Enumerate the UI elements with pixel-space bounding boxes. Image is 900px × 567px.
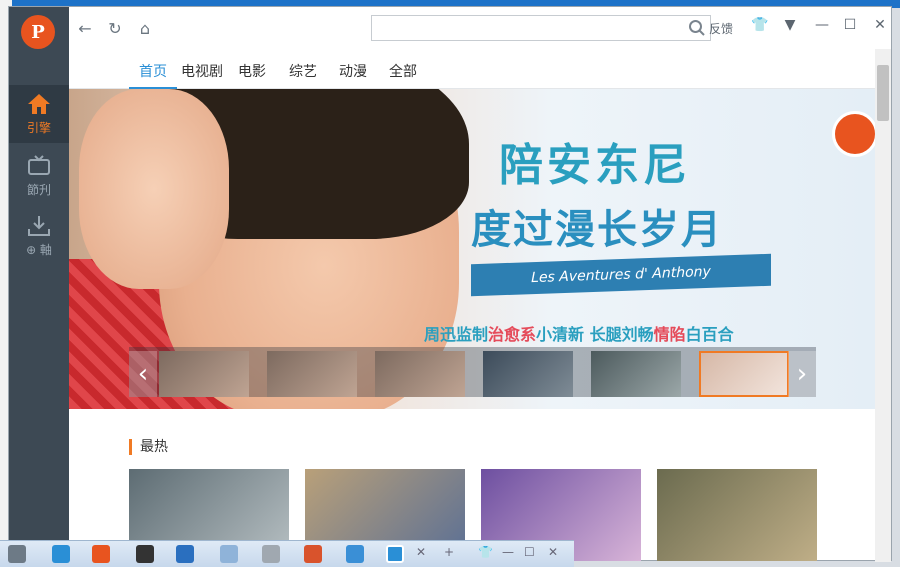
sidebar-item-home[interactable]: 引擎	[9, 85, 69, 143]
sidebar-item-label: 引擎	[26, 120, 51, 135]
feedback-link[interactable]: 反馈	[709, 20, 733, 37]
taskbar: ✕ + 👕 — ☐ ✕	[0, 540, 574, 567]
banner-next-icon[interactable]: ›	[788, 351, 816, 397]
sidebar: P 引擎 節刋 ⊕ 軸	[9, 7, 69, 560]
desktop: P 引擎 節刋 ⊕ 軸 ← ↻ ⌂ 反馈 👕 ▼ — ☐ ✕ 首页 电视剧 电影…	[0, 0, 900, 567]
home-button-icon[interactable]: ⌂	[135, 18, 155, 38]
taskbar-app-icon-active[interactable]	[386, 545, 404, 563]
home-icon	[28, 93, 50, 114]
scrollbar-thumb[interactable]	[877, 65, 889, 121]
search-icon[interactable]	[688, 19, 706, 37]
back-icon[interactable]: ←	[75, 18, 95, 38]
pptv-window: P 引擎 節刋 ⊕ 軸 ← ↻ ⌂ 反馈 👕 ▼ — ☐ ✕ 首页 电视剧 电影…	[8, 6, 892, 562]
sidebar-item-downloads[interactable]: ⊕ 軸	[9, 207, 69, 265]
taskbar-close-window-icon[interactable]: ✕	[548, 545, 558, 559]
taskbar-add-icon[interactable]: +	[444, 545, 454, 559]
taskbar-app-icon[interactable]	[136, 545, 154, 563]
taskbar-app-icon[interactable]	[346, 545, 364, 563]
banner-prev-icon[interactable]: ‹	[129, 351, 157, 397]
hero-banner[interactable]: 陪安东尼 度过漫长岁月 Les Aventures d' Anthony 周迅监…	[69, 89, 876, 409]
sidebar-item-label: ⊕ 軸	[26, 242, 52, 257]
banner-title-line2: 度过漫长岁月	[471, 207, 723, 253]
taskbar-app-icon[interactable]	[220, 545, 238, 563]
refresh-icon[interactable]: ↻	[105, 18, 125, 38]
tab-tv[interactable]: 电视剧	[181, 61, 223, 81]
taskbar-maximize-icon[interactable]: ☐	[524, 545, 535, 559]
taskbar-app-icon[interactable]	[262, 545, 280, 563]
tab-anime[interactable]: 动漫	[339, 61, 367, 81]
video-card[interactable]	[657, 469, 817, 561]
banner-image-hand	[79, 89, 229, 289]
banner-thumbnail-selected[interactable]	[699, 351, 789, 397]
search-input[interactable]	[371, 15, 711, 41]
tab-movies[interactable]: 电影	[238, 61, 266, 81]
banner-thumbnail[interactable]	[267, 351, 357, 397]
titlebar: ← ↻ ⌂ 反馈 👕 ▼ — ☐ ✕	[69, 7, 891, 49]
skin-icon[interactable]: 👕	[751, 17, 769, 33]
taskbar-minimize-icon[interactable]: —	[502, 545, 514, 559]
tab-variety[interactable]: 综艺	[289, 61, 317, 81]
maximize-icon[interactable]: ☐	[841, 17, 859, 33]
taskbar-close-icon[interactable]: ✕	[416, 545, 426, 559]
taskbar-app-icon[interactable]	[304, 545, 322, 563]
taskbar-skin-icon[interactable]: 👕	[478, 545, 493, 559]
banner-thumbnail[interactable]	[483, 351, 573, 397]
taskbar-app-icon[interactable]	[52, 545, 70, 563]
banner-thumbnail[interactable]	[375, 351, 465, 397]
download-icon	[28, 215, 50, 236]
banner-logo	[832, 111, 876, 157]
section-title: 最热	[129, 439, 168, 455]
taskbar-app-icon[interactable]	[92, 545, 110, 563]
banner-ribbon: Les Aventures d' Anthony	[471, 253, 771, 297]
banner-title: 陪安东尼	[499, 140, 691, 191]
taskbar-app-icon[interactable]	[176, 545, 194, 563]
menu-dropdown-icon[interactable]: ▼	[781, 17, 799, 33]
close-icon[interactable]: ✕	[871, 17, 889, 33]
tv-icon	[28, 154, 50, 175]
minimize-icon[interactable]: —	[813, 17, 831, 33]
scrollbar[interactable]	[875, 49, 891, 562]
banner-subtitle: 周迅监制治愈系小清新 长腿刘畅情陷白百合	[424, 325, 734, 344]
banner-thumbnail[interactable]	[591, 351, 681, 397]
sidebar-item-channels[interactable]: 節刋	[9, 147, 69, 205]
banner-thumbnail[interactable]	[159, 351, 249, 397]
tab-all[interactable]: 全部	[389, 61, 417, 81]
sidebar-item-label: 節刋	[26, 182, 51, 197]
app-logo[interactable]: P	[21, 15, 55, 49]
taskbar-app-icon[interactable]	[8, 545, 26, 563]
category-tabs: 首页 电视剧 电影 综艺 动漫 全部	[69, 49, 875, 89]
tab-home[interactable]: 首页	[139, 61, 167, 81]
banner-thumbnail-strip	[129, 347, 816, 397]
